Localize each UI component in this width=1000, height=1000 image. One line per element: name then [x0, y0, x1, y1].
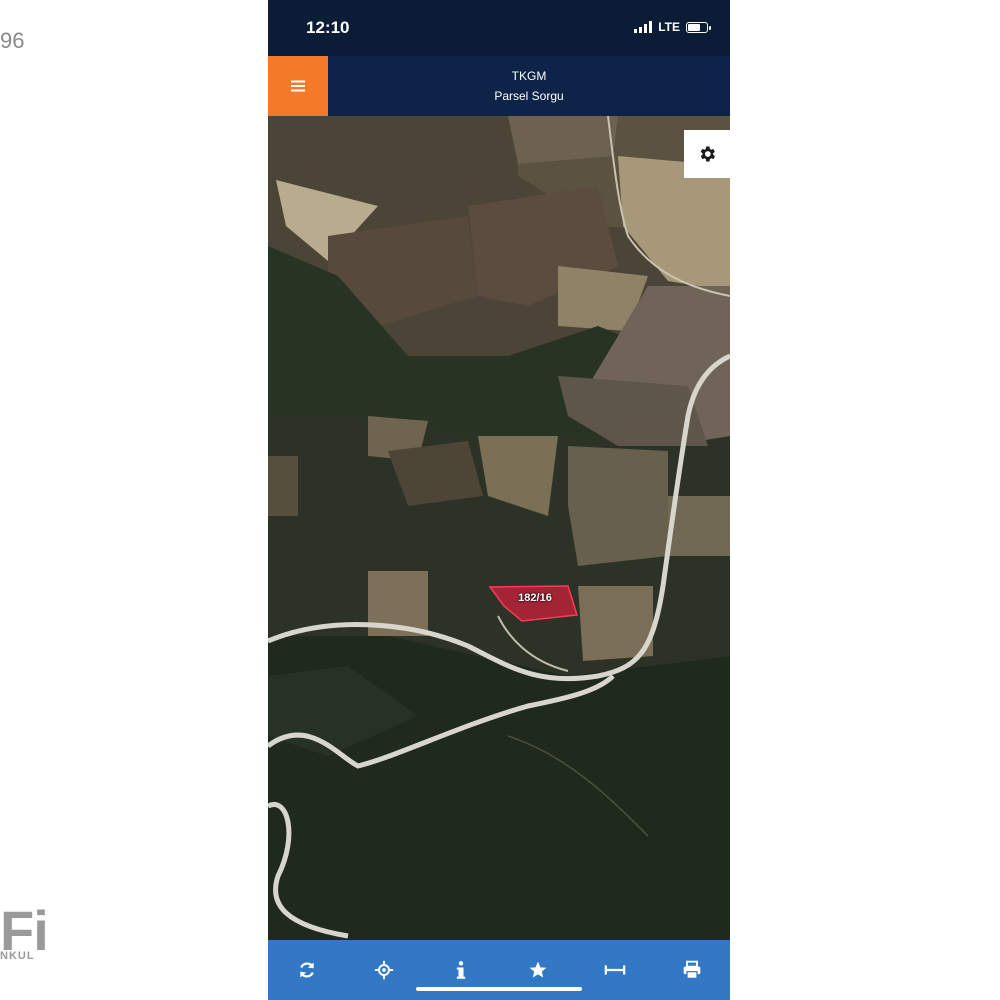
battery-icon [686, 21, 711, 33]
status-bar: 12:10 LTE [268, 0, 730, 56]
star-icon [529, 961, 546, 978]
status-time: 12:10 [306, 18, 350, 37]
satellite-imagery [268, 116, 730, 940]
phone-screen: 12:10 LTE TKGM Parsel Sorgu 182/16 [268, 0, 730, 1000]
gear-icon [700, 146, 715, 162]
network-type: LTE [658, 20, 680, 34]
home-indicator [416, 987, 582, 991]
print-icon [683, 960, 700, 979]
bottom-toolbar [268, 940, 730, 1000]
favorite-button[interactable] [518, 950, 558, 990]
info-button[interactable] [441, 950, 481, 990]
screenshot-canvas: 96 Fi NKUL 12:10 LTE TKGM Parsel Sorgu 1… [0, 0, 1000, 1000]
refresh-icon [299, 962, 314, 978]
signal-icon [634, 21, 653, 33]
refresh-button[interactable] [287, 950, 327, 990]
map-settings-button[interactable] [684, 130, 730, 178]
app-subtitle: Parsel Sorgu [494, 89, 564, 103]
locate-button[interactable] [364, 950, 404, 990]
measure-button[interactable] [595, 950, 635, 990]
locate-icon [374, 960, 393, 980]
hamburger-menu-icon [291, 80, 305, 92]
background-watermark-subtext: NKUL [0, 950, 35, 962]
parcel-number-label: 182/16 [518, 592, 552, 604]
print-button[interactable] [672, 950, 712, 990]
background-fragment-number: 96 [0, 28, 25, 53]
satellite-map[interactable]: 182/16 [268, 116, 730, 940]
status-indicators: LTE [634, 20, 711, 34]
header-titles: TKGM Parsel Sorgu [328, 56, 730, 116]
app-header: TKGM Parsel Sorgu [268, 56, 730, 116]
hamburger-menu-button[interactable] [268, 56, 328, 116]
app-title: TKGM [511, 69, 547, 83]
info-icon [456, 961, 465, 979]
measure-icon [604, 965, 625, 975]
